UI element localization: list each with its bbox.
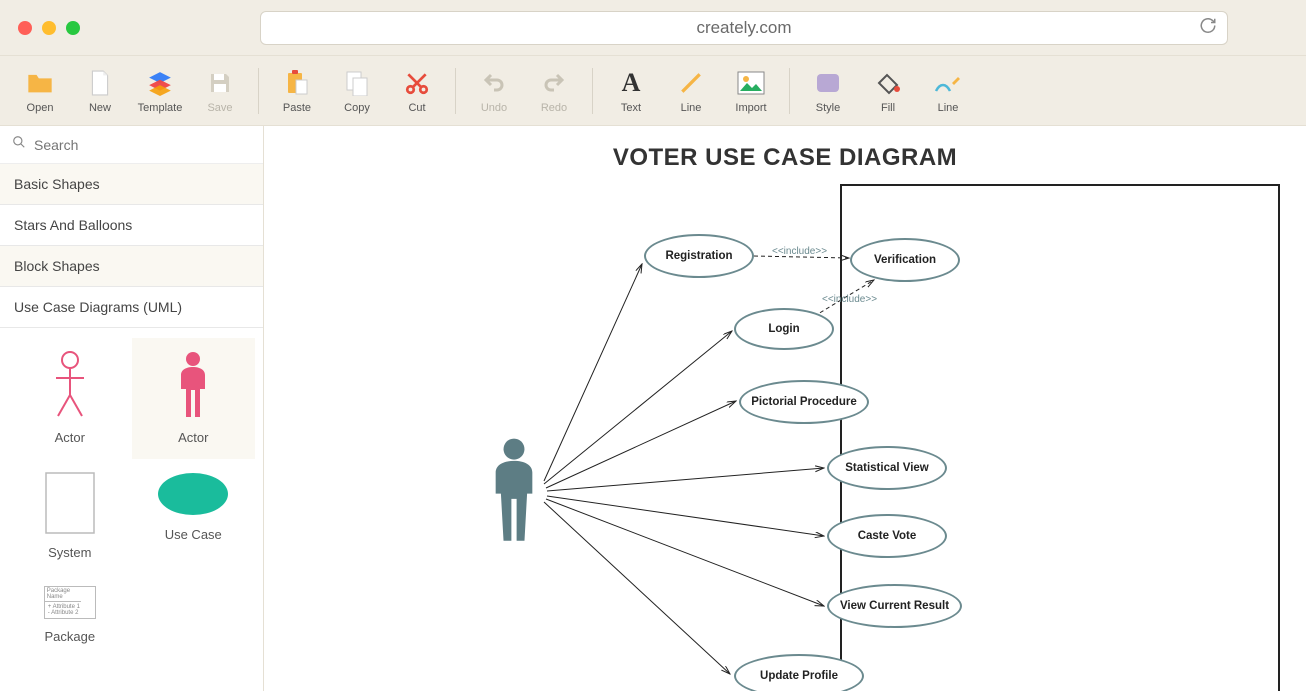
url-text: creately.com	[696, 18, 791, 38]
shape-palette: Actor Actor System Use Case	[0, 328, 263, 668]
usecase-castevote[interactable]: Caste Vote	[827, 514, 947, 558]
style-button[interactable]: Style	[802, 68, 854, 114]
redo-icon	[542, 68, 566, 98]
url-bar[interactable]: creately.com	[260, 11, 1228, 45]
usecase-pictorial[interactable]: Pictorial Procedure	[739, 380, 869, 424]
shape-system[interactable]: System	[8, 459, 132, 574]
shape-usecase[interactable]: Use Case	[132, 459, 256, 574]
file-icon	[89, 68, 111, 98]
usecase-login[interactable]: Login	[734, 308, 834, 350]
search-icon	[12, 135, 26, 154]
fill-button[interactable]: Fill	[862, 68, 914, 114]
close-window-button[interactable]	[18, 21, 32, 35]
paste-button[interactable]: Paste	[271, 68, 323, 114]
usecase-registration[interactable]: Registration	[644, 234, 754, 278]
section-block-shapes[interactable]: Block Shapes	[0, 246, 263, 287]
usecase-viewresult[interactable]: View Current Result	[827, 584, 962, 628]
redo-button[interactable]: Redo	[528, 68, 580, 114]
pencil-line-icon	[934, 68, 962, 98]
actor-solid-icon	[171, 350, 215, 420]
style-icon	[815, 68, 841, 98]
section-usecase-uml[interactable]: Use Case Diagrams (UML)	[0, 287, 263, 328]
shape-actor-solid[interactable]: Actor	[132, 338, 256, 459]
undo-icon	[482, 68, 506, 98]
open-button[interactable]: Open	[14, 68, 66, 114]
include-label-2: <<include>>	[822, 294, 877, 305]
actor-stick-icon	[49, 350, 91, 420]
diagram-title[interactable]: VOTER USE CASE DIAGRAM	[264, 144, 1306, 172]
folder-icon	[26, 68, 54, 98]
paste-icon	[285, 68, 309, 98]
text-icon: A	[622, 68, 641, 98]
undo-button[interactable]: Undo	[468, 68, 520, 114]
window-titlebar: creately.com	[0, 0, 1306, 56]
window-controls	[18, 21, 80, 35]
text-tool-button[interactable]: A Text	[605, 68, 657, 114]
bucket-icon	[875, 68, 901, 98]
diagram-canvas[interactable]: VOTER USE CASE DIAGRAM <<include>> <<inc…	[264, 126, 1306, 691]
shape-search[interactable]	[0, 126, 263, 164]
section-basic-shapes[interactable]: Basic Shapes	[0, 164, 263, 205]
shape-actor-stick[interactable]: Actor	[8, 338, 132, 459]
line-tool-button[interactable]: Line	[665, 68, 717, 114]
copy-icon	[345, 68, 369, 98]
include-label-1: <<include>>	[772, 246, 827, 257]
new-button[interactable]: New	[74, 68, 126, 114]
reload-icon[interactable]	[1199, 16, 1217, 39]
system-icon	[44, 471, 96, 535]
package-icon: Package Name + Attribute 1 - Attribute 2	[44, 586, 96, 619]
template-button[interactable]: Template	[134, 68, 186, 114]
toolbar: Open New Template Save Paste Copy Cut	[0, 56, 1306, 126]
cut-button[interactable]: Cut	[391, 68, 443, 114]
copy-button[interactable]: Copy	[331, 68, 383, 114]
line-icon	[678, 68, 704, 98]
section-stars-balloons[interactable]: Stars And Balloons	[0, 205, 263, 246]
line-style-button[interactable]: Line	[922, 68, 974, 114]
save-icon	[208, 68, 232, 98]
search-input[interactable]	[34, 137, 251, 153]
usecase-verification[interactable]: Verification	[850, 238, 960, 282]
maximize-window-button[interactable]	[66, 21, 80, 35]
scissors-icon	[404, 68, 430, 98]
sidebar: Basic Shapes Stars And Balloons Block Sh…	[0, 126, 264, 691]
import-button[interactable]: Import	[725, 68, 777, 114]
actor-voter[interactable]	[479, 436, 549, 551]
minimize-window-button[interactable]	[42, 21, 56, 35]
layers-icon	[146, 68, 174, 98]
usecase-updateprofile[interactable]: Update Profile	[734, 654, 864, 691]
save-button[interactable]: Save	[194, 68, 246, 114]
usecase-statistical[interactable]: Statistical View	[827, 446, 947, 490]
usecase-icon	[156, 471, 230, 517]
image-icon	[737, 68, 765, 98]
shape-package[interactable]: Package Name + Attribute 1 - Attribute 2…	[8, 574, 132, 658]
